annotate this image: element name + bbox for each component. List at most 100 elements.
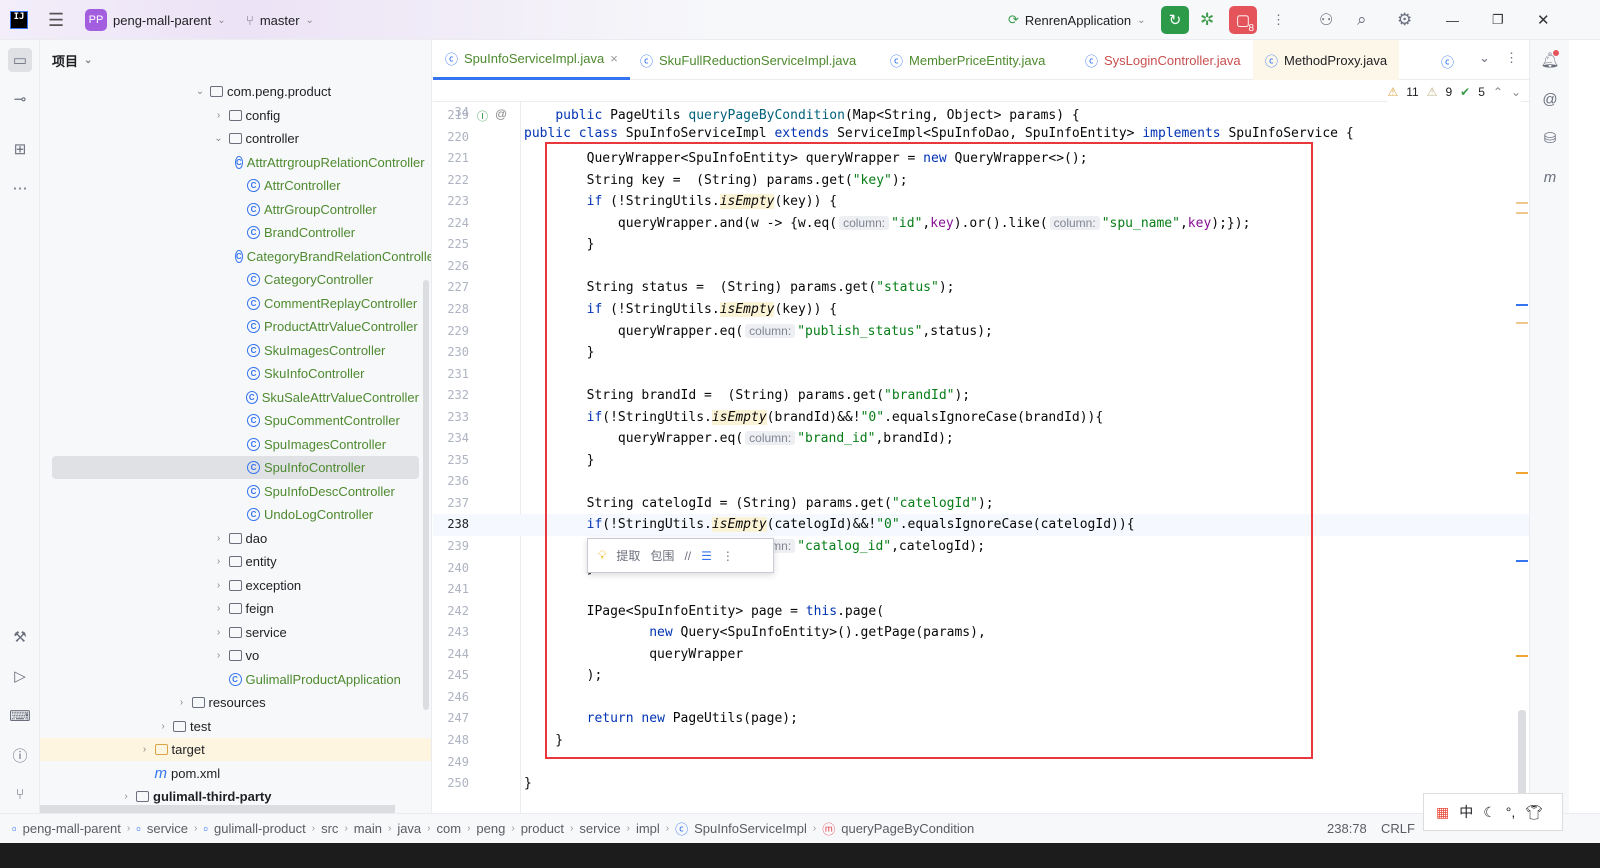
notifications-bell-icon[interactable]: 🔔︎: [1538, 48, 1562, 72]
code-line[interactable]: 246: [433, 687, 1529, 709]
minimize-button[interactable]: —: [1446, 0, 1459, 40]
more-icon[interactable]: ⋮: [722, 549, 734, 563]
sticky-class-header[interactable]: 34 public class SpuInfoServiceImpl exten…: [433, 80, 1529, 141]
code-line[interactable]: 236: [433, 471, 1529, 493]
tree-item[interactable]: › entity: [52, 550, 419, 573]
project-panel-header[interactable]: 项目 ⌄: [40, 40, 431, 80]
close-tab-icon[interactable]: ×: [610, 51, 618, 66]
add-user-icon[interactable]: ⚇: [1319, 0, 1333, 40]
chevron-right-icon[interactable]: ›: [213, 627, 225, 638]
code-line[interactable]: 232 String brandId = (String) params.get…: [433, 385, 1529, 407]
breadcrumb-item[interactable]: product: [521, 821, 564, 836]
terminal-icon[interactable]: ⌨: [8, 704, 32, 728]
search-icon[interactable]: ⌕: [1357, 0, 1367, 40]
breadcrumb-item[interactable]: peng: [476, 821, 505, 836]
tree-item[interactable]: C AttrAttrgroupRelationController: [52, 151, 425, 174]
tree-item[interactable]: › dao: [52, 527, 419, 550]
breadcrumb-item[interactable]: SpuInfoServiceImpl: [694, 821, 807, 836]
chevron-right-icon[interactable]: ›: [213, 110, 225, 121]
tree-item[interactable]: › vo: [52, 644, 419, 667]
project-folder-icon[interactable]: ▭: [8, 48, 32, 72]
code-line[interactable]: 228 if (!StringUtils.isEmpty(key)) {: [433, 299, 1529, 321]
tree-item[interactable]: C SkuSaleAttrValueController: [52, 386, 419, 409]
editor-scrollbar[interactable]: [1518, 710, 1526, 800]
vertical-scrollbar[interactable]: [423, 280, 429, 710]
chevron-right-icon[interactable]: ›: [139, 744, 151, 755]
branch-switcher[interactable]: ⑂ master ⌄: [246, 0, 314, 40]
chevron-right-icon[interactable]: ›: [176, 697, 188, 708]
code-line[interactable]: 238 if(!StringUtils.isEmpty(catelogId)&&…: [433, 514, 1529, 537]
breadcrumb-item[interactable]: gulimall-product: [214, 821, 306, 836]
chevron-right-icon[interactable]: ›: [120, 791, 132, 802]
annotation-gutter-icon[interactable]: @: [495, 107, 507, 121]
skin-icon[interactable]: 👕︎: [1525, 804, 1543, 821]
tree-item[interactable]: C SkuInfoController: [52, 362, 419, 385]
more-icon[interactable]: ⋮: [1272, 0, 1285, 40]
tree-item[interactable]: ⌄ com.peng.product: [52, 80, 419, 103]
code-line[interactable]: 233 if(!StringUtils.isEmpty(brandId)&&!"…: [433, 407, 1529, 429]
tree-item[interactable]: › exception: [52, 574, 419, 597]
breadcrumb-item[interactable]: com: [437, 821, 462, 836]
tree-item[interactable]: C CommentReplayController: [52, 292, 419, 315]
code-line[interactable]: 237 String catelogId = (String) params.g…: [433, 493, 1529, 515]
tree-item[interactable]: › target: [40, 738, 431, 761]
code-line[interactable]: 227 String status = (String) params.get(…: [433, 277, 1529, 299]
tab-spuinfoserviceimpl-java[interactable]: ⓒ SpuInfoServiceImpl.java ×: [433, 40, 630, 80]
breadcrumb-item[interactable]: java: [397, 821, 421, 836]
more-tools-icon[interactable]: ⋯: [8, 176, 32, 200]
database-icon[interactable]: ⛁: [1538, 126, 1562, 150]
stop-button[interactable]: ▢ 8: [1229, 0, 1257, 40]
tree-item[interactable]: C CategoryController: [52, 268, 419, 291]
tree-item[interactable]: C AttrController: [52, 174, 419, 197]
code-line[interactable]: 225 }: [433, 234, 1529, 256]
prev-highlight-icon[interactable]: ⌃: [1493, 85, 1503, 99]
cursor-position[interactable]: 238:78: [1327, 821, 1367, 836]
tree-item[interactable]: C SpuInfoController: [52, 456, 419, 479]
code-line[interactable]: 221 QueryWrapper<SpuInfoEntity> queryWra…: [433, 148, 1529, 170]
code-editor[interactable]: 34 public class SpuInfoServiceImpl exten…: [433, 80, 1529, 813]
code-line[interactable]: 245 );: [433, 665, 1529, 687]
chevron-right-icon[interactable]: ›: [213, 603, 225, 614]
breadcrumb-item[interactable]: service: [147, 821, 188, 836]
main-menu-icon[interactable]: ☰: [48, 0, 64, 40]
services-icon[interactable]: ▷: [8, 664, 32, 688]
comment-icon[interactable]: //: [684, 549, 691, 563]
breadcrumb-item[interactable]: queryPageByCondition: [841, 821, 974, 836]
tree-item[interactable]: › service: [52, 621, 419, 644]
format-icon[interactable]: ☰: [701, 549, 712, 563]
tree-item[interactable]: C SpuImagesController: [52, 433, 419, 456]
tab-methodproxy-java[interactable]: ⓒ MethodProxy.java: [1253, 40, 1400, 80]
settings-gear-icon[interactable]: ⚙: [1397, 0, 1412, 40]
chevron-right-icon[interactable]: ›: [213, 580, 225, 591]
rerun-button[interactable]: ↻: [1161, 0, 1189, 40]
ime-mode[interactable]: 中: [1459, 802, 1473, 822]
code-line[interactable]: 248 }: [433, 730, 1529, 752]
code-line[interactable]: 244 queryWrapper: [433, 644, 1529, 666]
run-config-selector[interactable]: ⟳ RenrenApplication ⌄: [1008, 0, 1146, 40]
breadcrumb-item[interactable]: service: [579, 821, 620, 836]
next-highlight-icon[interactable]: ⌄: [1511, 85, 1521, 99]
code-line[interactable]: 226: [433, 256, 1529, 278]
breadcrumb-item[interactable]: main: [354, 821, 382, 836]
git-icon[interactable]: ⑂: [8, 782, 32, 806]
tree-item[interactable]: C AttrGroupController: [52, 198, 419, 221]
code-line[interactable]: 222 String key = (String) params.get("ke…: [433, 170, 1529, 192]
moon-icon[interactable]: ☾: [1483, 804, 1496, 821]
breadcrumb-item[interactable]: src: [321, 821, 338, 836]
lightbulb-icon[interactable]: 💡︎: [598, 548, 606, 563]
tree-item[interactable]: C ProductAttrValueController: [52, 315, 419, 338]
tree-item[interactable]: C BrandController: [52, 221, 419, 244]
tree-item[interactable]: C SkuImagesController: [52, 339, 419, 362]
restore-button[interactable]: ❐: [1492, 0, 1504, 40]
tab-memberpriceentity-java[interactable]: ⓒ MemberPriceEntity.java: [878, 40, 1057, 80]
chevron-right-icon[interactable]: ›: [213, 556, 225, 567]
chevron-down-icon[interactable]: ⌄: [194, 86, 206, 97]
code-line[interactable]: 234 queryWrapper.eq(column: "brand_id",br…: [433, 428, 1529, 450]
code-line[interactable]: 243 new Query<SpuInfoEntity>().getPage(p…: [433, 622, 1529, 644]
chevron-right-icon[interactable]: ›: [213, 650, 225, 661]
tree-item[interactable]: C UndoLogController: [52, 503, 419, 526]
tab-skufullreductionserviceimpl-java[interactable]: ⓒ SkuFullReductionServiceImpl.java: [628, 40, 868, 80]
tree-item[interactable]: C SpuInfoDescController: [52, 480, 419, 503]
tab-syslogincontroller-java[interactable]: ⓒ SysLoginController.java: [1073, 40, 1253, 80]
code-line[interactable]: 229 queryWrapper.eq(column: "publish_stat…: [433, 321, 1529, 343]
